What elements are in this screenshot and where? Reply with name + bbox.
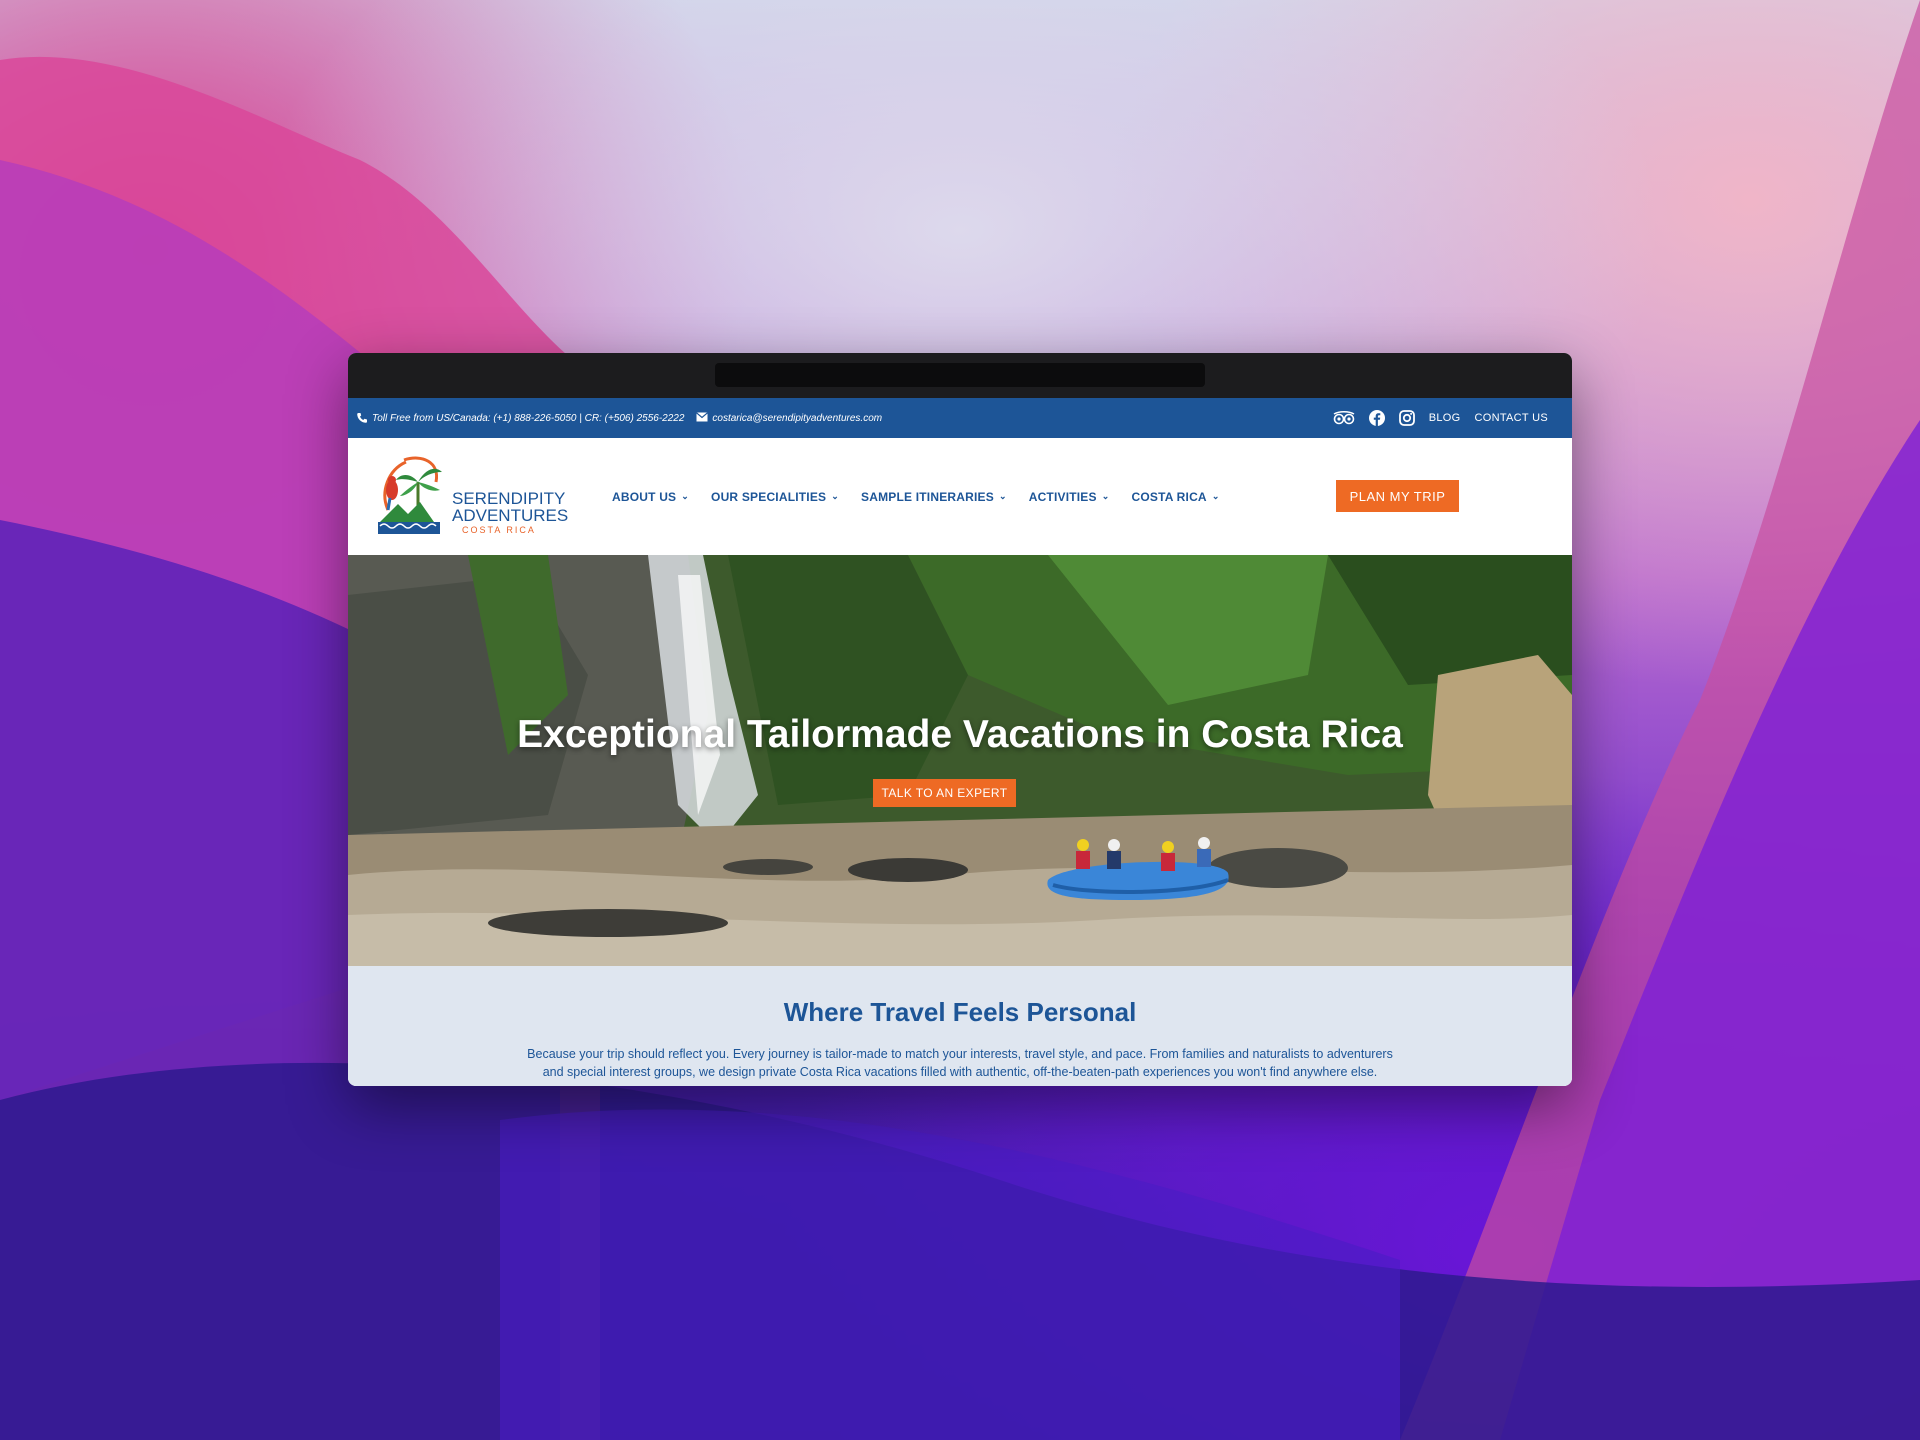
instagram-icon[interactable] (1398, 410, 1415, 426)
chevron-down-icon: ⌄ (831, 491, 839, 501)
nav-our-specialities[interactable]: OUR SPECIALITIES ⌄ (711, 490, 839, 504)
tripadvisor-icon[interactable] (1333, 410, 1355, 426)
facebook-icon[interactable] (1368, 410, 1385, 426)
logo-line-2: ADVENTURES (452, 506, 569, 525)
address-bar[interactable] (715, 363, 1205, 387)
logo-line-1: SERENDIPITY (452, 489, 566, 508)
nav-about-us-label: ABOUT US (612, 489, 677, 504)
browser-window: Toll Free from US/Canada: (+1) 888-226-5… (348, 353, 1572, 1086)
primary-menu: ABOUT US ⌄ OUR SPECIALITIES ⌄ SAMPLE ITI… (612, 438, 1220, 555)
chevron-down-icon: ⌄ (681, 491, 690, 501)
site-logo[interactable]: SERENDIPITY ADVENTURES COSTA RICA (374, 452, 568, 540)
utility-links: BLOG CONTACT US (1333, 398, 1548, 438)
browser-titlebar (348, 353, 1572, 398)
mail-icon (696, 412, 709, 424)
nav-about-us[interactable]: ABOUT US ⌄ (612, 490, 689, 504)
nav-sample-itineraries[interactable]: SAMPLE ITINERARIES ⌄ (861, 490, 1007, 504)
intro-body: Because your trip should reflect you. Ev… (527, 1047, 1393, 1079)
intro-title: Where Travel Feels Personal (783, 997, 1137, 1027)
plan-my-trip-button[interactable]: PLAN MY TRIP (1336, 480, 1459, 512)
nav-sample-itineraries-label: SAMPLE ITINERARIES (861, 489, 994, 504)
nav-activities-label: ACTIVITIES (1028, 489, 1097, 504)
chevron-down-icon: ⌄ (998, 491, 1007, 501)
contact-info: Toll Free from US/Canada: (+1) 888-226-5… (356, 398, 882, 438)
intro-section: Where Travel Feels Personal Because your… (348, 966, 1572, 1086)
utility-bar: Toll Free from US/Canada: (+1) 888-226-5… (348, 398, 1572, 438)
phone-text[interactable]: Toll Free from US/Canada: (+1) 888-226-5… (372, 413, 684, 424)
talk-to-expert-button[interactable]: TALK TO AN EXPERT (873, 779, 1016, 807)
main-navigation: SERENDIPITY ADVENTURES COSTA RICA ABOUT … (348, 438, 1572, 555)
hero-title: Exceptional Tailormade Vacations in Cost… (517, 713, 1403, 756)
nav-activities[interactable]: ACTIVITIES ⌄ (1029, 490, 1110, 504)
chevron-down-icon: ⌄ (1101, 491, 1110, 501)
hero-banner: Exceptional Tailormade Vacations in Cost… (348, 555, 1572, 966)
hero-image (348, 555, 1572, 966)
phone-icon (356, 412, 368, 424)
contact-us-link[interactable]: CONTACT US (1475, 412, 1549, 424)
logo-line-3: COSTA RICA (462, 525, 536, 535)
chevron-down-icon: ⌄ (1211, 491, 1220, 501)
email-link[interactable]: costarica@serendipityadventures.com (712, 413, 882, 424)
blog-link[interactable]: BLOG (1429, 412, 1461, 424)
nav-costa-rica-label: COSTA RICA (1131, 489, 1207, 504)
nav-costa-rica[interactable]: COSTA RICA ⌄ (1131, 490, 1219, 504)
nav-our-specialities-label: OUR SPECIALITIES (711, 489, 827, 504)
